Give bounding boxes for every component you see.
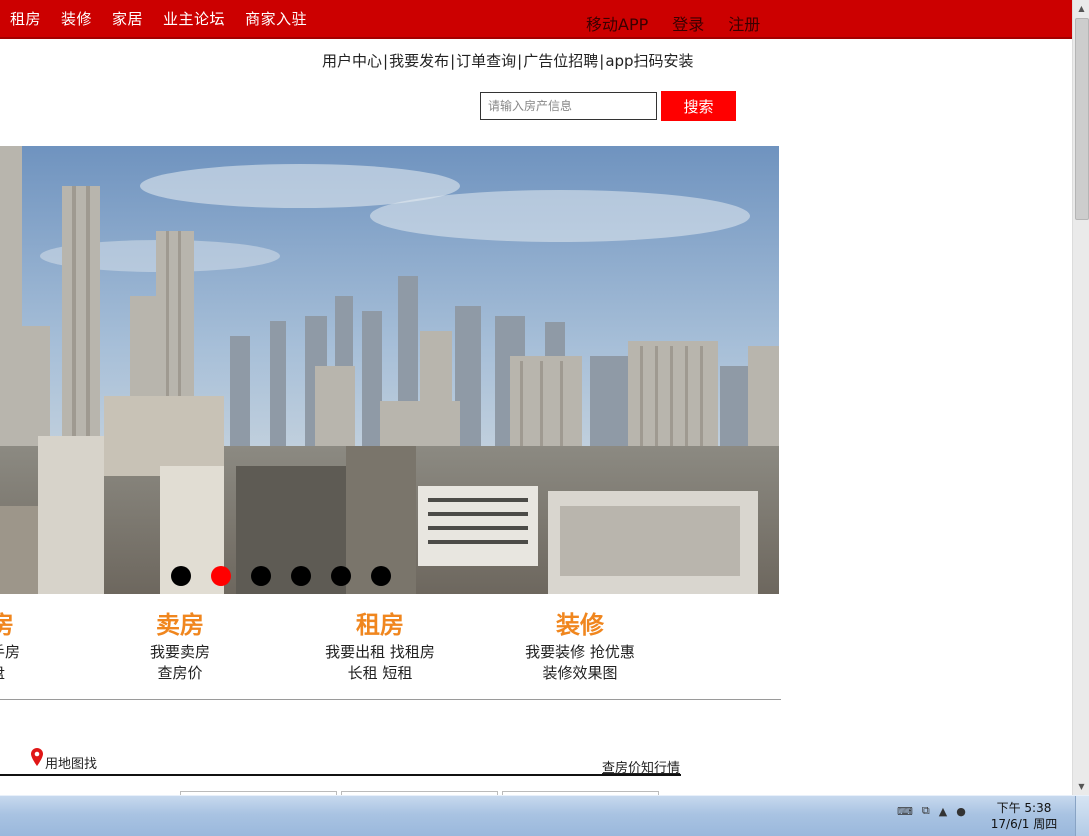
category-title[interactable]: 房	[0, 608, 30, 642]
map-search-link[interactable]: 用地图找	[45, 753, 97, 772]
separator: |	[517, 52, 523, 70]
keyboard-icon[interactable]: ⌨	[897, 805, 913, 818]
nav-decoration[interactable]: 装修	[61, 8, 92, 29]
carousel-dot-6[interactable]	[371, 566, 391, 586]
carousel-dot-5[interactable]	[331, 566, 351, 586]
top-nav-bar: 租房 装修 家居 业主论坛 商家入驻 移动APP 登录 注册	[0, 0, 1072, 39]
category-section: 房 手房 盘 卖房 我要卖房 查房价 租房 我要出租 找租房 长租 短租 装修 …	[0, 608, 780, 700]
category-link[interactable]: 我要出租 找租房	[300, 642, 460, 663]
link-user-center[interactable]: 用户中心	[322, 52, 382, 70]
banner-cityscape-image	[0, 146, 779, 594]
os-taskbar: ⌨ ⧉ ▲ ● 下午 5:38 17/6/1 周四	[0, 795, 1089, 836]
category-link[interactable]: 我要装修 抢优惠	[500, 642, 660, 663]
scroll-down-arrow-icon[interactable]: ▼	[1073, 778, 1089, 795]
category-rent: 租房 我要出租 找租房 长租 短租	[300, 608, 460, 684]
nav-register[interactable]: 注册	[728, 11, 760, 35]
scroll-up-arrow-icon[interactable]: ▲	[1073, 0, 1089, 17]
vertical-scrollbar[interactable]: ▲ ▼	[1072, 0, 1089, 795]
link-publish[interactable]: 我要发布	[389, 52, 449, 70]
category-decoration: 装修 我要装修 抢优惠 装修效果图	[500, 608, 660, 684]
category-title[interactable]: 装修	[500, 608, 660, 642]
scrollbar-thumb[interactable]	[1075, 18, 1089, 220]
category-link[interactable]: 盘	[0, 663, 30, 684]
show-hidden-icons-arrow-icon[interactable]: ▲	[939, 805, 947, 818]
category-sell: 卖房 我要卖房 查房价	[120, 608, 240, 684]
system-tray: ⌨ ⧉ ▲ ●	[897, 804, 975, 818]
category-link[interactable]: 装修效果图	[500, 663, 660, 684]
banner-carousel[interactable]	[0, 146, 779, 594]
category-title[interactable]: 卖房	[120, 608, 240, 642]
category-link[interactable]: 查房价	[120, 663, 240, 684]
utility-links: 用户中心|我要发布|订单查询|广告位招聘|app扫码安装	[322, 50, 694, 71]
nav-rent[interactable]: 租房	[10, 8, 41, 29]
separator: |	[599, 52, 605, 70]
category-link[interactable]: 长租 短租	[300, 663, 460, 684]
map-pin-icon	[31, 748, 43, 766]
section-divider	[0, 774, 681, 776]
window-switch-icon[interactable]: ⧉	[922, 804, 930, 818]
search-button[interactable]: 搜索	[661, 91, 736, 121]
separator: |	[450, 52, 456, 70]
divider	[0, 699, 781, 700]
category-title[interactable]: 租房	[300, 608, 460, 642]
category-buy: 房 手房 盘	[0, 608, 30, 684]
clock-time: 下午 5:38	[996, 801, 1052, 815]
carousel-dot-3[interactable]	[251, 566, 271, 586]
link-app-scan[interactable]: app扫码安装	[605, 52, 693, 70]
network-status-icon[interactable]: ●	[956, 805, 966, 818]
nav-login[interactable]: 登录	[672, 11, 704, 35]
carousel-dots	[171, 566, 411, 586]
clock-date: 17/6/1 周四	[990, 817, 1058, 831]
link-ad-recruit[interactable]: 广告位招聘	[523, 52, 598, 70]
nav-merchant-join[interactable]: 商家入驻	[245, 8, 307, 29]
category-link[interactable]: 手房	[0, 642, 30, 663]
top-nav-right: 移动APP 登录 注册	[586, 11, 784, 35]
carousel-dot-2-active[interactable]	[211, 566, 231, 586]
nav-mobile-app[interactable]: 移动APP	[586, 11, 648, 35]
top-nav-left: 租房 装修 家居 业主论坛 商家入驻	[10, 8, 327, 29]
nav-owner-forum[interactable]: 业主论坛	[163, 8, 225, 29]
carousel-dot-4[interactable]	[291, 566, 311, 586]
link-order-query[interactable]: 订单查询	[456, 52, 516, 70]
search-input[interactable]	[480, 92, 657, 120]
category-link[interactable]: 我要卖房	[120, 642, 240, 663]
separator: |	[383, 52, 389, 70]
nav-home-furnishing[interactable]: 家居	[112, 8, 143, 29]
carousel-dot-1[interactable]	[171, 566, 191, 586]
taskbar-clock[interactable]: 下午 5:38 17/6/1 周四	[988, 800, 1060, 832]
show-desktop-button[interactable]	[1075, 796, 1089, 836]
